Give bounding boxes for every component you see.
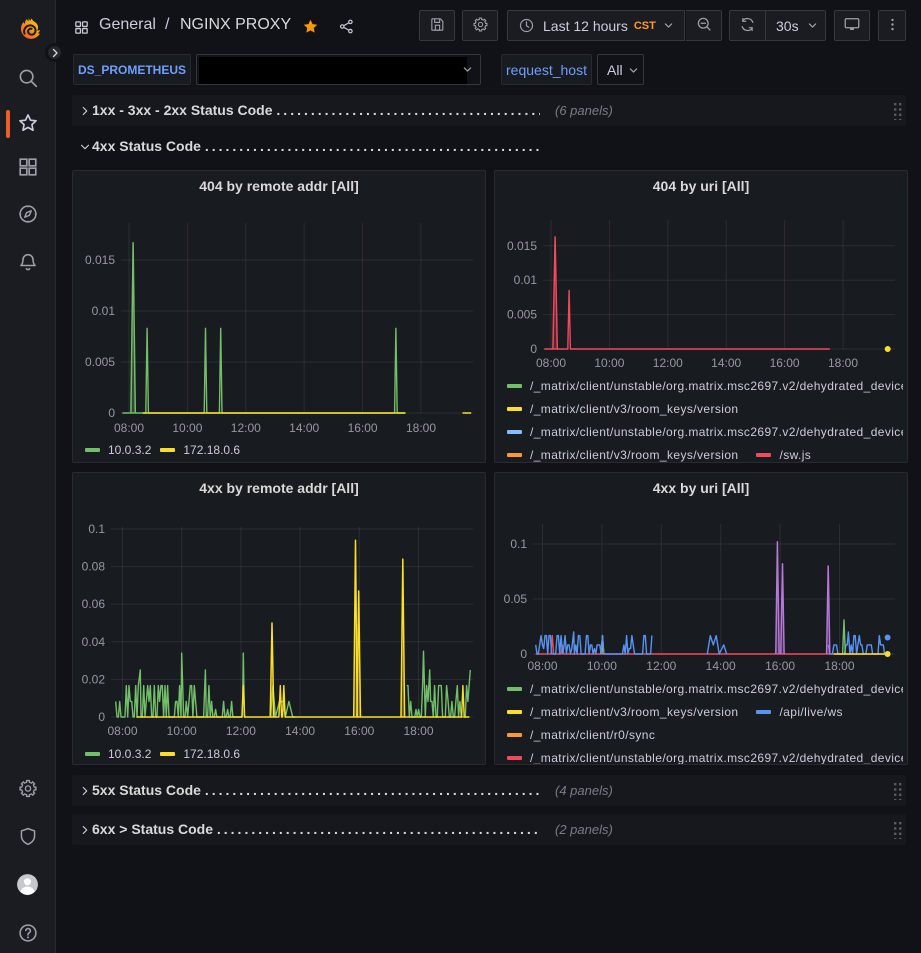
svg-text:18:00: 18:00 <box>824 659 854 673</box>
svg-text:18:00: 18:00 <box>406 421 436 435</box>
svg-text:0.1: 0.1 <box>510 537 527 551</box>
svg-text:08:00: 08:00 <box>527 659 557 673</box>
svg-text:12:00: 12:00 <box>226 724 256 738</box>
svg-text:12:00: 12:00 <box>653 356 683 370</box>
svg-text:16:00: 16:00 <box>344 724 374 738</box>
svg-text:0.015: 0.015 <box>85 253 115 267</box>
svg-text:0.1: 0.1 <box>88 522 105 536</box>
svg-text:0.01: 0.01 <box>514 273 538 287</box>
svg-text:10:00: 10:00 <box>594 356 624 370</box>
svg-text:10:00: 10:00 <box>587 659 617 673</box>
svg-text:0: 0 <box>530 342 537 356</box>
svg-text:14:00: 14:00 <box>706 659 736 673</box>
svg-text:0: 0 <box>520 647 527 661</box>
svg-text:10:00: 10:00 <box>172 421 202 435</box>
svg-text:08:00: 08:00 <box>107 724 137 738</box>
svg-text:0.06: 0.06 <box>82 597 106 611</box>
svg-text:16:00: 16:00 <box>348 421 378 435</box>
svg-text:14:00: 14:00 <box>289 421 319 435</box>
svg-text:16:00: 16:00 <box>765 659 795 673</box>
svg-text:0.04: 0.04 <box>82 635 106 649</box>
svg-text:0.01: 0.01 <box>92 304 116 318</box>
svg-text:0.015: 0.015 <box>507 239 537 253</box>
svg-text:16:00: 16:00 <box>770 356 800 370</box>
svg-text:0.005: 0.005 <box>85 355 115 369</box>
svg-text:10:00: 10:00 <box>167 724 197 738</box>
svg-text:0: 0 <box>98 710 105 724</box>
svg-text:12:00: 12:00 <box>646 659 676 673</box>
svg-text:14:00: 14:00 <box>285 724 315 738</box>
svg-text:0.05: 0.05 <box>504 592 528 606</box>
svg-text:08:00: 08:00 <box>114 421 144 435</box>
svg-text:0: 0 <box>108 406 115 420</box>
svg-text:0.005: 0.005 <box>507 308 537 322</box>
svg-text:18:00: 18:00 <box>828 356 858 370</box>
svg-text:14:00: 14:00 <box>711 356 741 370</box>
svg-text:0.08: 0.08 <box>82 560 106 574</box>
svg-text:12:00: 12:00 <box>231 421 261 435</box>
svg-text:08:00: 08:00 <box>536 356 566 370</box>
svg-text:18:00: 18:00 <box>403 724 433 738</box>
svg-text:0.02: 0.02 <box>82 672 106 686</box>
